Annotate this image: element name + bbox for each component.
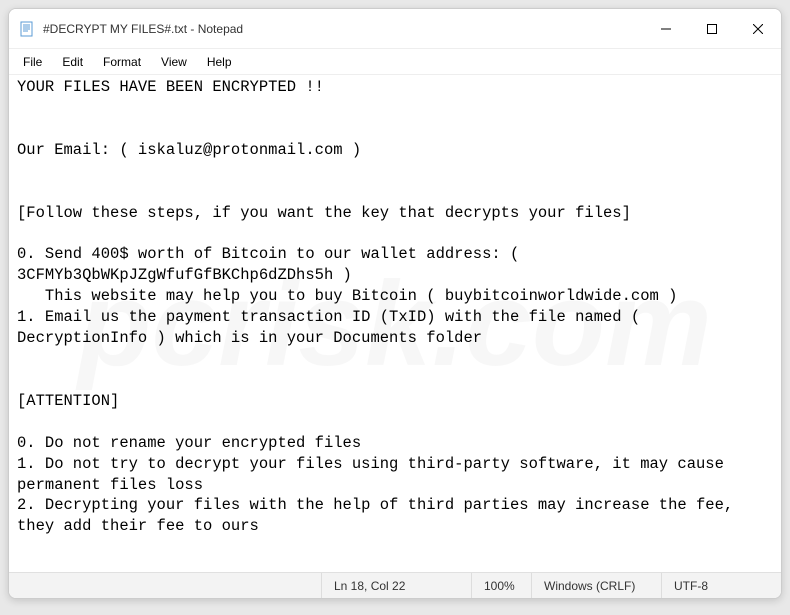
menu-help[interactable]: Help <box>197 52 242 72</box>
window-title: #DECRYPT MY FILES#.txt - Notepad <box>43 22 643 36</box>
status-spacer <box>9 573 321 598</box>
document-text: YOUR FILES HAVE BEEN ENCRYPTED !! Our Em… <box>17 78 743 535</box>
status-cursor: Ln 18, Col 22 <box>321 573 471 598</box>
statusbar: Ln 18, Col 22 100% Windows (CRLF) UTF-8 <box>9 572 781 598</box>
menu-view[interactable]: View <box>151 52 197 72</box>
status-zoom: 100% <box>471 573 531 598</box>
text-area[interactable]: pcrisk.comYOUR FILES HAVE BEEN ENCRYPTED… <box>9 75 781 572</box>
window-controls <box>643 9 781 48</box>
menu-edit[interactable]: Edit <box>52 52 93 72</box>
titlebar[interactable]: #DECRYPT MY FILES#.txt - Notepad <box>9 9 781 49</box>
notepad-icon <box>19 21 35 37</box>
status-line-ending: Windows (CRLF) <box>531 573 661 598</box>
maximize-button[interactable] <box>689 9 735 48</box>
notepad-window: #DECRYPT MY FILES#.txt - Notepad File Ed… <box>8 8 782 599</box>
minimize-button[interactable] <box>643 9 689 48</box>
menubar: File Edit Format View Help <box>9 49 781 75</box>
menu-file[interactable]: File <box>13 52 52 72</box>
close-button[interactable] <box>735 9 781 48</box>
status-encoding: UTF-8 <box>661 573 781 598</box>
menu-format[interactable]: Format <box>93 52 151 72</box>
